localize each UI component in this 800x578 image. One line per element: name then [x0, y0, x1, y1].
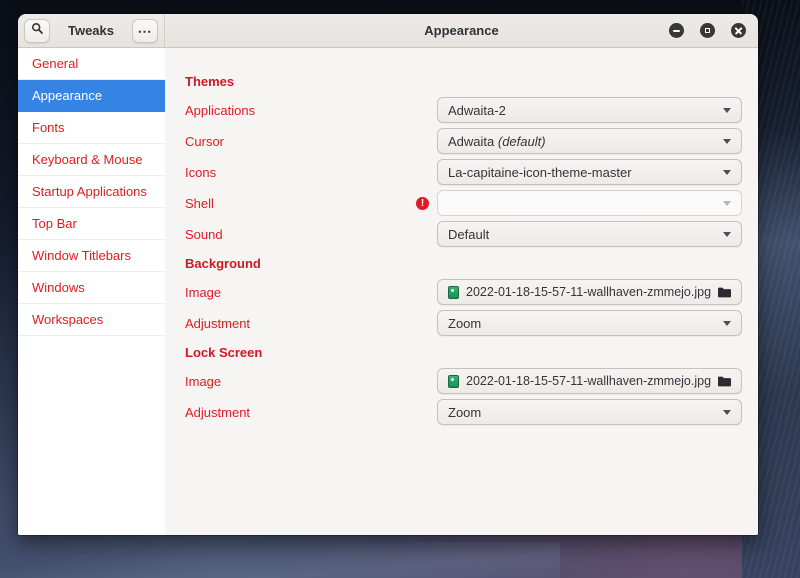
chevron-down-icon [723, 200, 731, 206]
selected-value: La-capitaine-icon-theme-master [448, 164, 632, 180]
section-title-background: Background [185, 256, 261, 271]
section-title-themes: Themes [185, 74, 235, 89]
row-icons: Icons La-capitaine-icon-theme-master [185, 159, 742, 185]
chevron-down-icon [723, 107, 731, 113]
sidebar-item-top-bar[interactable]: Top Bar [18, 208, 165, 240]
selected-value: Adwaita (default) [448, 133, 546, 149]
sidebar-item-windows[interactable]: Windows [18, 272, 165, 304]
shell-theme-select [437, 190, 742, 216]
maximize-button[interactable] [700, 23, 715, 38]
row-label: Adjustment [185, 315, 251, 331]
search-icon [31, 22, 44, 40]
chevron-down-icon [723, 138, 731, 144]
row-label: Icons [185, 164, 217, 180]
ellipsis-icon: ⋯ [137, 22, 153, 39]
window-body: General Appearance Fonts Keyboard & Mous… [18, 48, 758, 535]
close-icon [734, 26, 743, 35]
selected-value: Default [448, 226, 490, 242]
selected-value: Zoom [448, 315, 482, 331]
sidebar-item-window-titlebars[interactable]: Window Titlebars [18, 240, 165, 272]
sidebar-item-general[interactable]: General [18, 48, 165, 80]
background-adjustment-select[interactable]: Zoom [437, 310, 742, 336]
row-lockscreen-image: Image 2022-01-18-15-57-11-wallhaven-zmme… [185, 368, 742, 394]
row-label: Adjustment [185, 404, 251, 420]
sidebar-item-fonts[interactable]: Fonts [18, 112, 165, 144]
chevron-down-icon [723, 169, 731, 175]
headerbar-left: Tweaks ⋯ [18, 14, 165, 47]
cursor-theme-select[interactable]: Adwaita (default) [437, 128, 742, 154]
chevron-down-icon [723, 320, 731, 326]
menu-button[interactable]: ⋯ [131, 18, 158, 43]
row-label: Shell [185, 195, 214, 211]
sidebar-item-workspaces[interactable]: Workspaces [18, 304, 165, 336]
row-lockscreen-adjustment: Adjustment Zoom [185, 399, 742, 425]
app-title: Tweaks [67, 23, 114, 38]
sidebar: General Appearance Fonts Keyboard & Mous… [18, 48, 165, 535]
row-label: Applications [185, 102, 256, 118]
row-label: Image [185, 284, 222, 300]
row-shell: Shell ! [185, 190, 742, 216]
chevron-down-icon [723, 231, 731, 237]
search-button[interactable] [24, 18, 50, 43]
image-file-icon [448, 285, 459, 299]
appearance-panel: Themes Applications Adwaita-2 Cursor Adw… [165, 48, 758, 535]
row-cursor: Cursor Adwaita (default) [185, 128, 742, 154]
row-background-adjustment: Adjustment Zoom [185, 310, 742, 336]
row-label: Image [185, 373, 222, 389]
section-title-lock-screen: Lock Screen [185, 345, 263, 360]
headerbar-right: Appearance [165, 14, 758, 47]
lockscreen-adjustment-select[interactable]: Zoom [437, 399, 742, 425]
sidebar-item-startup-applications[interactable]: Startup Applications [18, 176, 165, 208]
row-sound: Sound Default [185, 221, 742, 247]
window-controls [669, 23, 746, 38]
tweaks-window: Tweaks ⋯ Appearance General Appearance F… [18, 14, 758, 535]
selected-value: Adwaita-2 [448, 102, 506, 118]
lockscreen-image-chooser[interactable]: 2022-01-18-15-57-11-wallhaven-zmmejo.jpg [437, 368, 742, 394]
folder-icon [718, 287, 731, 298]
maximize-icon [705, 28, 710, 33]
image-file-icon [448, 374, 459, 388]
wallpaper-snow-slope [0, 542, 560, 578]
sidebar-item-appearance[interactable]: Appearance [18, 80, 165, 112]
sidebar-item-keyboard-mouse[interactable]: Keyboard & Mouse [18, 144, 165, 176]
chevron-down-icon [723, 409, 731, 415]
close-button[interactable] [731, 23, 746, 38]
icons-theme-select[interactable]: La-capitaine-icon-theme-master [437, 159, 742, 185]
folder-icon [718, 376, 731, 387]
headerbar: Tweaks ⋯ Appearance [18, 14, 758, 48]
row-label: Cursor [185, 133, 225, 149]
sound-theme-select[interactable]: Default [437, 221, 742, 247]
selected-value: Zoom [448, 404, 482, 420]
warning-icon: ! [416, 196, 429, 210]
row-applications: Applications Adwaita-2 [185, 97, 742, 123]
row-label: Sound [185, 226, 223, 242]
file-name: 2022-01-18-15-57-11-wallhaven-zmmejo.jpg [466, 374, 711, 388]
applications-theme-select[interactable]: Adwaita-2 [437, 97, 742, 123]
row-background-image: Image 2022-01-18-15-57-11-wallhaven-zmme… [185, 279, 742, 305]
file-name: 2022-01-18-15-57-11-wallhaven-zmmejo.jpg [466, 285, 711, 299]
minimize-icon [673, 29, 680, 32]
minimize-button[interactable] [669, 23, 684, 38]
background-image-chooser[interactable]: 2022-01-18-15-57-11-wallhaven-zmmejo.jpg [437, 279, 742, 305]
